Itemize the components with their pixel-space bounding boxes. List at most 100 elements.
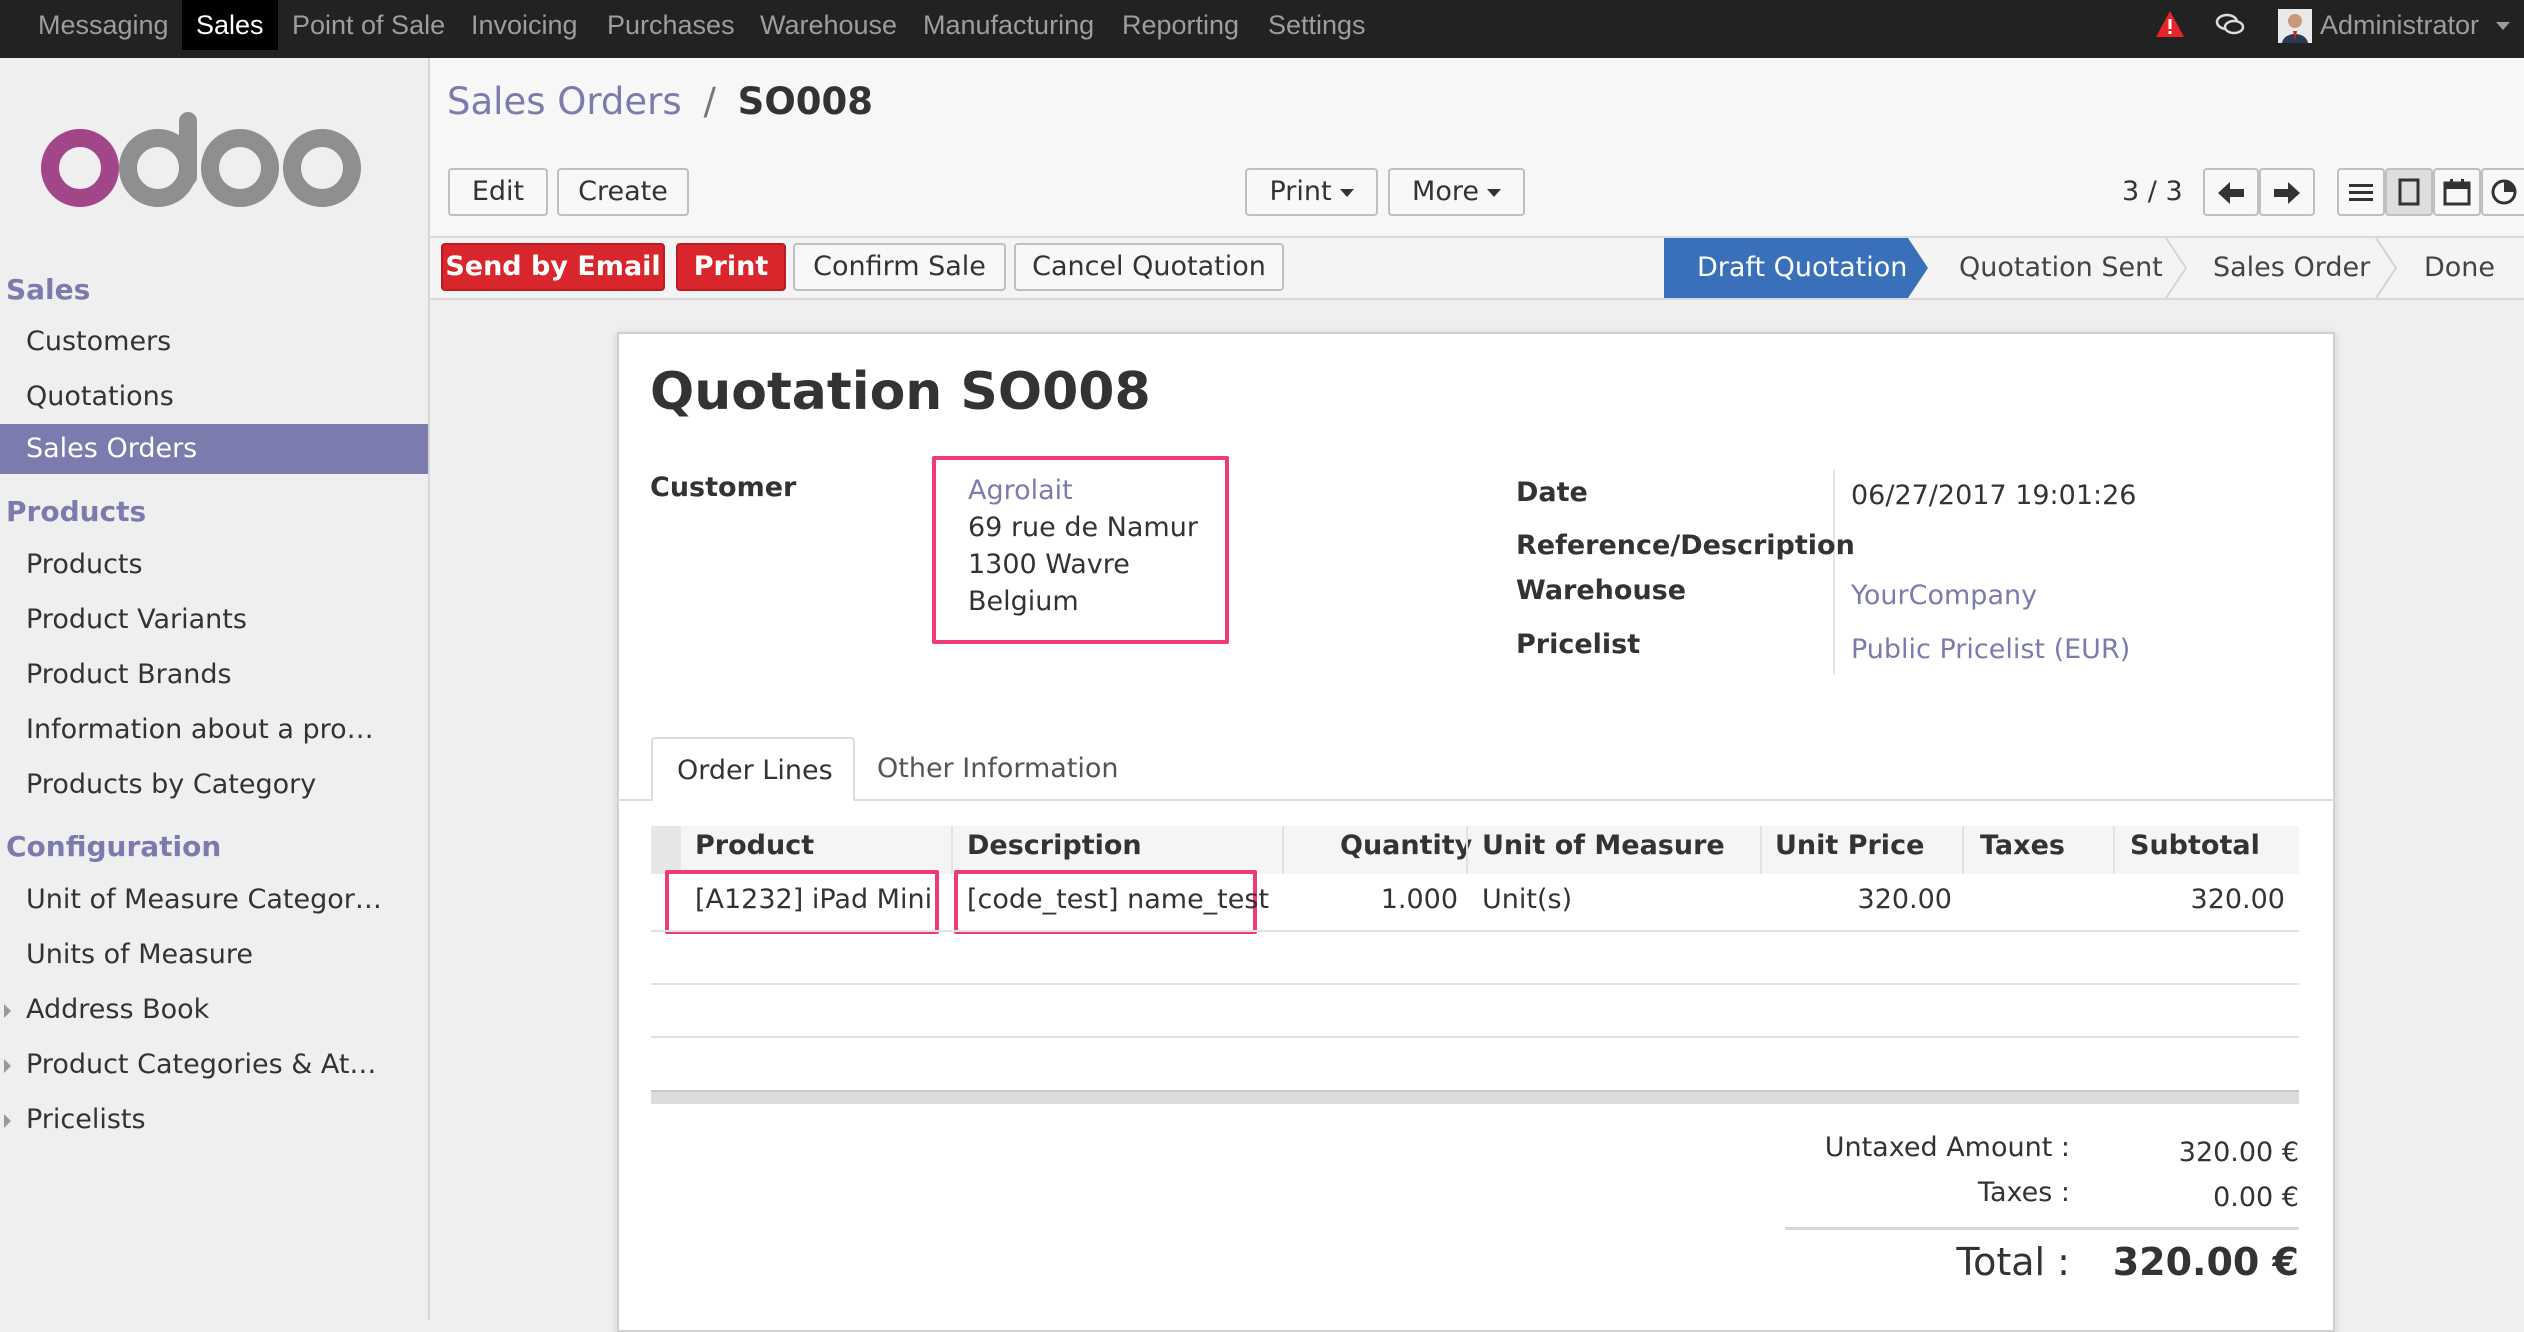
- tab-order-lines-label: Order Lines: [677, 755, 833, 786]
- more-dropdown-label: More: [1412, 176, 1479, 207]
- cell-quantity[interactable]: 1.000: [1282, 884, 1458, 915]
- stage-draft-quotation[interactable]: Draft Quotation: [1697, 240, 1907, 296]
- nav-manufacturing[interactable]: Manufacturing: [923, 0, 1094, 50]
- customer-label: Customer: [650, 472, 797, 503]
- stage-done[interactable]: Done: [2424, 240, 2495, 296]
- sidebar-item-uom-categories[interactable]: Unit of Measure Categor…: [26, 884, 382, 915]
- sidebar-item-product-information[interactable]: Information about a pro…: [26, 714, 374, 745]
- print-button[interactable]: Print: [676, 243, 786, 291]
- column-divider: [951, 826, 953, 874]
- column-header-quantity[interactable]: Quantity: [1340, 830, 1472, 861]
- warehouse-label: Warehouse: [1516, 575, 1687, 606]
- sidebar-item-address-book[interactable]: Address Book: [4, 994, 209, 1025]
- create-button[interactable]: Create: [557, 168, 689, 216]
- nav-settings[interactable]: Settings: [1268, 0, 1366, 50]
- avatar[interactable]: [2278, 9, 2312, 43]
- user-avatar-icon: [2282, 14, 2308, 43]
- graph-view-button[interactable]: [2481, 168, 2524, 216]
- pager-previous-button[interactable]: [2203, 168, 2259, 216]
- column-header-description[interactable]: Description: [967, 830, 1142, 861]
- taxes-label: Taxes :: [1977, 1177, 2070, 1208]
- total-label: Total :: [1956, 1240, 2070, 1284]
- expand-caret-icon: [4, 1114, 11, 1128]
- sidebar-item-units-of-measure[interactable]: Units of Measure: [26, 939, 253, 970]
- form-view-icon: [2398, 178, 2420, 206]
- nav-sales[interactable]: Sales: [182, 0, 278, 50]
- row-divider: [651, 930, 2299, 932]
- more-dropdown-button[interactable]: More: [1388, 168, 1525, 216]
- pager-value: 3 / 3: [2122, 176, 2183, 207]
- sidebar-item-customers[interactable]: Customers: [26, 326, 171, 357]
- breadcrumb: Sales Orders / SO008: [447, 80, 873, 123]
- nav-messaging[interactable]: Messaging: [38, 0, 169, 50]
- arrow-left-icon: [2218, 182, 2244, 204]
- caret-down-icon: [1486, 188, 1501, 197]
- pager-next-button[interactable]: [2259, 168, 2315, 216]
- sidebar-item-product-brands[interactable]: Product Brands: [26, 659, 232, 690]
- sidebar-item-label: Product Categories & At…: [26, 1049, 377, 1080]
- form-title: Quotation SO008: [650, 362, 1151, 422]
- column-divider: [1466, 826, 1468, 874]
- breadcrumb-separator: /: [703, 80, 716, 123]
- tab-other-information[interactable]: Other Information: [877, 753, 1119, 784]
- nav-purchases[interactable]: Purchases: [607, 0, 735, 50]
- confirm-sale-button[interactable]: Confirm Sale: [793, 243, 1006, 291]
- column-header-subtotal[interactable]: Subtotal: [2130, 830, 2260, 861]
- totals-divider: [1785, 1227, 2299, 1230]
- calendar-view-button[interactable]: [2433, 168, 2481, 216]
- cell-unit-price[interactable]: 320.00: [1760, 884, 1952, 915]
- untaxed-amount-label: Untaxed Amount :: [1824, 1132, 2070, 1163]
- date-value[interactable]: 06/27/2017 19:01:26: [1851, 480, 2136, 511]
- column-divider: [1282, 826, 1284, 874]
- cell-subtotal[interactable]: 320.00: [2113, 884, 2285, 915]
- breadcrumb-parent[interactable]: Sales Orders: [447, 80, 682, 123]
- nav-point-of-sale[interactable]: Point of Sale: [292, 0, 445, 50]
- cell-uom[interactable]: Unit(s): [1482, 884, 1572, 915]
- warning-icon[interactable]: [2155, 10, 2185, 38]
- column-header-unit-price[interactable]: Unit Price: [1775, 830, 1924, 861]
- column-header-uom[interactable]: Unit of Measure: [1482, 830, 1725, 861]
- sidebar-item-products-by-category[interactable]: Products by Category: [26, 769, 316, 800]
- print-dropdown-button[interactable]: Print: [1245, 168, 1378, 216]
- nav-invoicing[interactable]: Invoicing: [471, 0, 578, 50]
- send-by-email-button[interactable]: Send by Email: [441, 243, 665, 291]
- reference-label: Reference/Description: [1516, 530, 1855, 561]
- sidebar-item-products[interactable]: Products: [26, 549, 143, 580]
- sidebar-section-configuration[interactable]: Configuration: [6, 830, 221, 863]
- column-header-taxes[interactable]: Taxes: [1980, 830, 2065, 861]
- sidebar: Sales Customers Quotations Sales Orders …: [0, 58, 430, 1320]
- sidebar-item-product-variants[interactable]: Product Variants: [26, 604, 247, 635]
- stage-sales-order[interactable]: Sales Order: [2213, 240, 2370, 296]
- customer-name-link[interactable]: Agrolait: [968, 475, 1073, 506]
- sidebar-item-quotations[interactable]: Quotations: [26, 381, 174, 412]
- sidebar-item-sales-orders[interactable]: Sales Orders: [0, 424, 428, 474]
- pricelist-link[interactable]: Public Pricelist (EUR): [1851, 634, 2130, 665]
- top-navbar: Messaging Sales Point of Sale Invoicing …: [0, 0, 2524, 58]
- form-view-button[interactable]: [2385, 168, 2433, 216]
- cell-product[interactable]: [A1232] iPad Mini: [695, 884, 932, 915]
- sidebar-item-product-categories[interactable]: Product Categories & At…: [4, 1049, 377, 1080]
- customer-street: 69 rue de Namur: [968, 512, 1198, 543]
- user-menu[interactable]: Administrator: [2320, 0, 2479, 50]
- nav-warehouse[interactable]: Warehouse: [760, 0, 897, 50]
- cell-description[interactable]: [code_test] name_test: [967, 884, 1269, 915]
- column-header-product[interactable]: Product: [695, 830, 814, 861]
- sidebar-section-sales[interactable]: Sales: [6, 273, 90, 306]
- edit-button[interactable]: Edit: [448, 168, 548, 216]
- sidebar-item-pricelists[interactable]: Pricelists: [4, 1104, 146, 1135]
- list-view-button[interactable]: [2337, 168, 2385, 216]
- user-menu-caret-icon[interactable]: [2496, 22, 2510, 30]
- customer-country: Belgium: [968, 586, 1079, 617]
- field-divider: [1833, 470, 1835, 674]
- warehouse-link[interactable]: YourCompany: [1851, 580, 2037, 611]
- nav-reporting[interactable]: Reporting: [1122, 0, 1239, 50]
- taxes-value: 0.00 €: [2213, 1182, 2299, 1213]
- cancel-quotation-button[interactable]: Cancel Quotation: [1014, 243, 1284, 291]
- chat-icon[interactable]: [2215, 12, 2245, 38]
- sidebar-section-products[interactable]: Products: [6, 495, 146, 528]
- customer-city: 1300 Wavre: [968, 549, 1130, 580]
- expand-caret-icon: [4, 1059, 11, 1073]
- tab-order-lines[interactable]: Order Lines: [651, 737, 855, 801]
- row-divider: [651, 1036, 2299, 1038]
- stage-quotation-sent[interactable]: Quotation Sent: [1959, 240, 2163, 296]
